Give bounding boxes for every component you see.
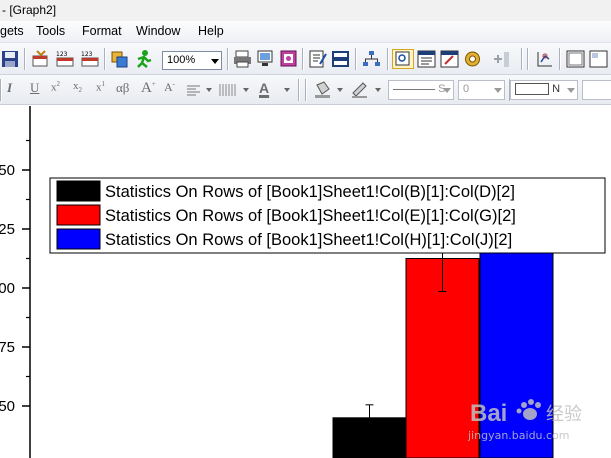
superscript-icon[interactable]: x2 — [51, 80, 60, 94]
duplicate-icon[interactable] — [110, 50, 130, 68]
import-multiple-icon[interactable]: 123 — [55, 50, 77, 68]
add-column-icon[interactable] — [492, 51, 512, 69]
data-reader-icon[interactable] — [535, 50, 555, 68]
chevron-down-icon[interactable] — [375, 88, 381, 92]
toolbar-separator — [387, 48, 389, 70]
watermark-brand: Bai — [470, 400, 507, 427]
import-wizard-icon[interactable]: 123 — [80, 50, 102, 68]
italic-icon[interactable]: I — [7, 80, 12, 96]
underline-icon[interactable]: U — [30, 80, 39, 96]
chevron-down-icon — [211, 59, 219, 64]
y-tick-label: 100 — [0, 280, 15, 297]
menu-window[interactable]: Window — [136, 24, 180, 38]
toolbar-separator — [302, 48, 304, 70]
legend-swatch — [56, 204, 101, 226]
import-single-icon[interactable] — [31, 50, 51, 68]
legend-swatch — [56, 228, 101, 250]
menu-gadgets[interactable]: gets — [0, 24, 24, 38]
toolbar-separator — [104, 48, 106, 70]
standard-toolbar: 123 123 100% — [0, 43, 611, 75]
menu-help[interactable]: Help — [198, 24, 224, 38]
toolbar-separator — [559, 48, 561, 70]
svg-text:123: 123 — [81, 51, 93, 58]
font-color-icon[interactable]: A — [259, 80, 269, 96]
fill-preview — [515, 83, 549, 96]
y-tick-label: 75 — [0, 339, 15, 356]
toolbar-separator — [521, 48, 523, 70]
legend-entry: Statistics On Rows of [Book1]Sheet1!Col(… — [105, 207, 516, 225]
project-explorer-icon[interactable] — [362, 50, 382, 68]
toolbar-separator — [0, 79, 2, 101]
fill-value: N — [552, 83, 561, 95]
toolbar-separator — [305, 79, 307, 101]
code-builder-icon[interactable] — [463, 50, 483, 68]
paw-icon — [516, 399, 541, 420]
script-window-icon[interactable] — [417, 50, 437, 68]
run-icon[interactable] — [134, 49, 154, 69]
pattern-icon[interactable] — [218, 83, 240, 97]
window-title-bar: - [Graph2] — [0, 0, 611, 21]
save-icon[interactable] — [1, 50, 19, 68]
results-log-icon[interactable] — [392, 49, 414, 69]
menu-format[interactable]: Format — [82, 24, 122, 38]
fill-pattern-combo[interactable]: N — [510, 80, 578, 100]
menu-bar: gets Tools Format Window Help — [0, 21, 611, 43]
baidu-jingyan-watermark: Bai 经验 jingyan.baidu.com — [467, 399, 582, 442]
increase-font-icon[interactable]: A+ — [141, 80, 156, 97]
line-color-icon[interactable] — [350, 81, 370, 99]
y-tick-label: 150 — [0, 162, 15, 179]
extra-combo[interactable] — [582, 80, 611, 100]
toolbar-separator — [527, 48, 529, 70]
chevron-down-icon[interactable] — [284, 88, 290, 92]
new-graph-icon[interactable] — [566, 50, 586, 68]
toolbar-separator — [227, 48, 229, 70]
zoom-combo[interactable]: 100% — [162, 51, 222, 70]
notes-icon[interactable] — [308, 50, 328, 68]
y-tick-label: 50 — [0, 398, 15, 415]
legend-entry: Statistics On Rows of [Book1]Sheet1!Col(… — [105, 231, 512, 249]
fill-color-icon[interactable] — [313, 81, 333, 99]
legend-entry: Statistics On Rows of [Book1]Sheet1!Col(… — [105, 183, 515, 201]
chevron-down-icon[interactable] — [243, 88, 249, 92]
layers-icon[interactable] — [331, 50, 351, 68]
watermark-suffix: 经验 — [546, 404, 582, 425]
watermark-url: jingyan.baidu.com — [467, 429, 570, 442]
toolbar-separator — [24, 48, 26, 70]
chevron-down-icon — [443, 88, 451, 93]
y-tick-label: 125 — [0, 221, 15, 238]
toolbar-separator — [355, 48, 357, 70]
menu-tools[interactable]: Tools — [36, 24, 65, 38]
subscript-icon[interactable]: x2 — [73, 80, 82, 94]
chevron-down-icon[interactable] — [206, 88, 212, 92]
decrease-font-icon[interactable]: A- — [164, 80, 175, 95]
print-icon[interactable] — [233, 50, 253, 68]
y-axis-ticks: 150 125 100 75 50 — [0, 139, 30, 415]
toolbar-separator — [298, 79, 300, 101]
chevron-down-icon — [567, 88, 575, 93]
window-title: - [Graph2] — [2, 3, 57, 17]
copy-page-icon[interactable] — [279, 50, 299, 68]
new-layout-icon[interactable] — [589, 50, 609, 68]
svg-text:123: 123 — [56, 51, 68, 58]
legend-swatch — [56, 180, 101, 202]
chevron-down-icon[interactable] — [337, 88, 343, 92]
greek-icon[interactable]: αβ — [116, 80, 129, 96]
chevron-down-icon — [494, 88, 502, 93]
line-width-value: 0 — [463, 83, 470, 95]
command-window-icon[interactable] — [440, 50, 460, 68]
line-width-combo[interactable]: 0 — [458, 80, 505, 100]
line-style-preview — [393, 88, 435, 90]
legend[interactable]: Statistics On Rows of [Book1]Sheet1!Col(… — [49, 177, 606, 254]
export-page-icon[interactable] — [256, 50, 276, 68]
super-subscript-icon[interactable]: x1 — [96, 80, 105, 94]
zoom-value: 100% — [167, 54, 196, 66]
line-style-combo[interactable]: S — [388, 80, 454, 100]
align-left-icon[interactable] — [186, 84, 202, 98]
